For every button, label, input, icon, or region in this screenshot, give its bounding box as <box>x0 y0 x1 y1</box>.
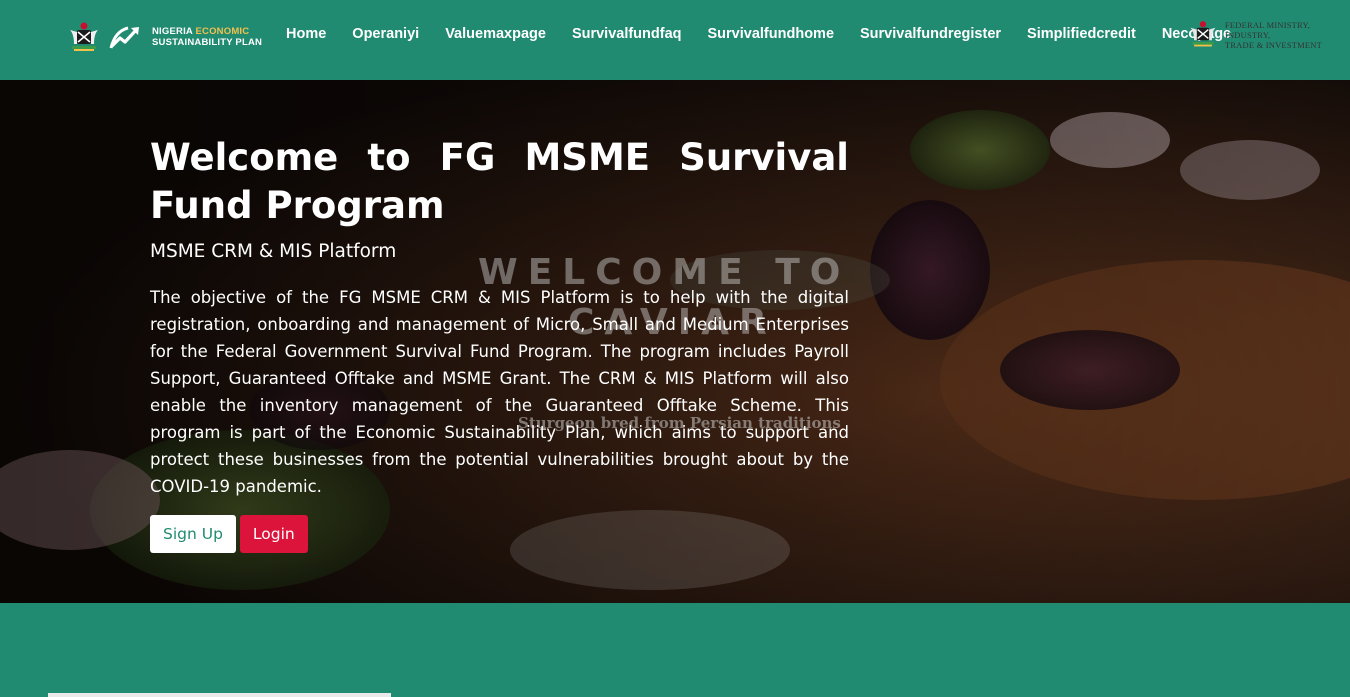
nigeria-coat-of-arms-icon <box>66 20 102 54</box>
esp-logo[interactable]: NIGERIA ECONOMIC SUSTAINABILITY PLAN <box>66 20 262 54</box>
growth-arrow-icon <box>108 22 142 52</box>
horizontal-scrollbar[interactable] <box>48 693 391 697</box>
login-button[interactable]: Login <box>239 515 308 553</box>
hero-title: Welcome to FG MSME Survival Fund Program <box>150 136 849 227</box>
nav-operaniyi[interactable]: Operaniyi <box>352 25 419 43</box>
nav-home[interactable]: Home <box>286 25 326 43</box>
nav-links: Home Operaniyi Valuemaxpage Survivalfund… <box>286 25 1231 43</box>
top-navbar: NIGERIA ECONOMIC SUSTAINABILITY PLAN Hom… <box>0 0 1350 80</box>
ministry-logo-text: FEDERAL MINISTRY, INDUSTRY, TRADE & INVE… <box>1225 20 1350 50</box>
nigeria-coat-of-arms-icon <box>1187 18 1221 52</box>
hero-section: WELCOME TO CAVIAR Sturgeon bred from Per… <box>0 80 1350 603</box>
ministry-line2: TRADE & INVESTMENT <box>1224 40 1323 50</box>
section-strip <box>0 603 1350 697</box>
hero-subtitle: MSME CRM & MIS Platform <box>150 241 397 262</box>
esp-line1-highlight: ECONOMIC <box>195 26 250 37</box>
nav-valuemaxpage[interactable]: Valuemaxpage <box>445 25 546 43</box>
ministry-logo[interactable]: FEDERAL MINISTRY, INDUSTRY, TRADE & INVE… <box>1187 18 1350 52</box>
hero-buttons: Sign Up Login <box>150 515 308 553</box>
nav-simplifiedcredit[interactable]: Simplifiedcredit <box>1027 25 1136 43</box>
nav-survivalfundregister[interactable]: Survivalfundregister <box>860 25 1001 43</box>
ministry-line1: FEDERAL MINISTRY, INDUSTRY, <box>1224 20 1311 40</box>
hero-content: Welcome to FG MSME Survival Fund Program… <box>150 134 849 500</box>
signup-button[interactable]: Sign Up <box>150 515 236 553</box>
esp-line2: SUSTAINABILITY PLAN <box>152 37 263 48</box>
hero-description: The objective of the FG MSME CRM & MIS P… <box>150 288 849 496</box>
nav-survivalfundfaq[interactable]: Survivalfundfaq <box>572 25 682 43</box>
esp-logo-text: NIGERIA ECONOMIC SUSTAINABILITY PLAN <box>152 26 262 48</box>
nav-survivalfundhome[interactable]: Survivalfundhome <box>708 25 835 43</box>
esp-line1-prefix: NIGERIA <box>152 26 196 37</box>
